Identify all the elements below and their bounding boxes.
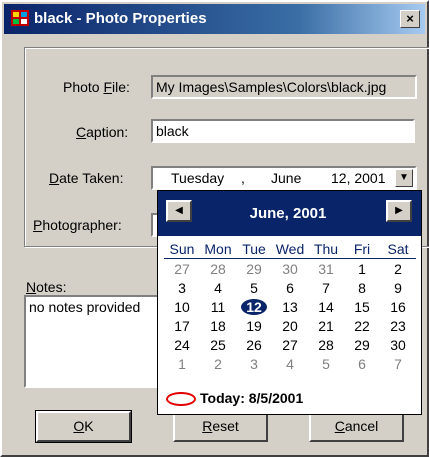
calendar-day[interactable]: 29 <box>236 259 272 279</box>
calendar-day[interactable]: 30 <box>272 259 308 279</box>
calendar-popup: ◀ June, 2001 ▶ Sun Mon Tue Wed Thu Fri Sat 27 2… <box>157 190 422 415</box>
chevron-down-icon: ▼ <box>399 172 409 183</box>
calendar-day-selected[interactable]: 12 <box>236 297 272 316</box>
notes-textarea[interactable]: no notes provided <box>24 295 172 388</box>
calendar-day[interactable]: 3 <box>164 278 200 297</box>
triangle-left-icon: ◀ <box>175 205 183 216</box>
date-dropdown-button[interactable]: ▼ <box>395 169 413 187</box>
photographer-label: Photographer: <box>33 217 122 233</box>
calendar-day[interactable]: 31 <box>308 259 344 279</box>
close-icon: × <box>406 11 414 26</box>
caption-input[interactable]: black <box>151 119 415 143</box>
photo-properties-dialog: black - Photo Properties × Photo File: M… <box>0 0 429 457</box>
calendar-day[interactable]: 22 <box>344 316 380 335</box>
day-header: Mon <box>200 239 236 259</box>
calendar-month-title: June, 2001 <box>249 205 327 222</box>
calendar-day[interactable]: 14 <box>308 297 344 316</box>
day-header: Thu <box>308 239 344 259</box>
calendar-day[interactable]: 6 <box>272 278 308 297</box>
calendar-day[interactable]: 4 <box>272 354 308 373</box>
calendar-day[interactable]: 15 <box>344 297 380 316</box>
cancel-button[interactable]: Cancel <box>309 411 404 442</box>
photo-file-label: Photo File: <box>63 79 130 95</box>
notes-label: Notes: <box>26 279 67 295</box>
calendar-day[interactable]: 7 <box>380 354 416 373</box>
calendar-day[interactable]: 26 <box>236 335 272 354</box>
calendar-week: 17 18 19 20 21 22 23 <box>164 316 416 335</box>
calendar-day[interactable]: 27 <box>164 259 200 279</box>
calendar-day[interactable]: 17 <box>164 316 200 335</box>
date-month: June <box>271 170 302 186</box>
date-separator: , <box>241 170 245 186</box>
photo-file-field: My Images\Samples\Colors\black.jpg <box>151 75 417 99</box>
calendar-week: 3456789 <box>164 278 416 297</box>
calendar-day[interactable]: 18 <box>200 316 236 335</box>
date-day-year: 12, 2001 <box>331 170 386 186</box>
calendar-day[interactable]: 10 <box>164 297 200 316</box>
calendar-day[interactable]: 7 <box>308 278 344 297</box>
reset-button[interactable]: Reset <box>173 411 268 442</box>
today-link[interactable]: Today: 8/5/2001 <box>166 390 303 407</box>
calendar-day[interactable]: 8 <box>344 278 380 297</box>
day-header: Fri <box>344 239 380 259</box>
calendar-day[interactable]: 27 <box>272 335 308 354</box>
calendar-week: 10 11 12 13 14 15 16 <box>164 297 416 316</box>
calendar-day[interactable]: 2 <box>380 259 416 279</box>
calendar-day[interactable]: 25 <box>200 335 236 354</box>
day-header: Sat <box>380 239 416 259</box>
calendar-day[interactable]: 20 <box>272 316 308 335</box>
calendar-week: 27 28 29 30 31 1 2 <box>164 259 416 279</box>
day-header: Tue <box>236 239 272 259</box>
app-icon <box>11 10 29 26</box>
calendar-day[interactable]: 29 <box>344 335 380 354</box>
ok-button[interactable]: OK <box>35 410 132 443</box>
next-month-button[interactable]: ▶ <box>386 200 412 222</box>
calendar-day[interactable]: 5 <box>236 278 272 297</box>
today-circle-icon <box>166 392 196 407</box>
caption-label: Caption: <box>76 124 129 140</box>
calendar-day[interactable]: 5 <box>308 354 344 373</box>
date-weekday: Tuesday <box>171 170 225 186</box>
calendar-day[interactable]: 2 <box>200 354 236 373</box>
calendar-day[interactable]: 6 <box>344 354 380 373</box>
calendar-day[interactable]: 16 <box>380 297 416 316</box>
calendar-day[interactable]: 21 <box>308 316 344 335</box>
calendar-day[interactable]: 28 <box>308 335 344 354</box>
calendar-header: ◀ June, 2001 ▶ <box>158 191 421 236</box>
calendar-day[interactable]: 19 <box>236 316 272 335</box>
close-button[interactable]: × <box>400 10 420 28</box>
date-taken-label: Date Taken: <box>49 170 124 186</box>
calendar-day[interactable]: 9 <box>380 278 416 297</box>
calendar-day[interactable]: 23 <box>380 316 416 335</box>
title-bar[interactable]: black - Photo Properties × <box>4 4 425 34</box>
prev-month-button[interactable]: ◀ <box>166 200 192 222</box>
triangle-right-icon: ▶ <box>395 205 403 216</box>
day-header: Sun <box>164 239 200 259</box>
calendar-day[interactable]: 13 <box>272 297 308 316</box>
calendar-week: 1234567 <box>164 354 416 373</box>
calendar-day[interactable]: 3 <box>236 354 272 373</box>
calendar-week: 24 25 26 27 28 29 30 <box>164 335 416 354</box>
calendar-day[interactable]: 24 <box>164 335 200 354</box>
calendar-day[interactable]: 28 <box>200 259 236 279</box>
calendar-day[interactable]: 1 <box>164 354 200 373</box>
calendar-day[interactable]: 11 <box>200 297 236 316</box>
calendar-day[interactable]: 1 <box>344 259 380 279</box>
window-title: black - Photo Properties <box>34 10 207 27</box>
date-taken-picker[interactable]: Tuesday , June 12, 2001 ▼ <box>151 166 417 190</box>
calendar-grid: Sun Mon Tue Wed Thu Fri Sat 27 28 29 30 31 1 2 3 4 5 6 7 8… <box>164 239 416 373</box>
calendar-day[interactable]: 30 <box>380 335 416 354</box>
calendar-day[interactable]: 4 <box>200 278 236 297</box>
day-header: Wed <box>272 239 308 259</box>
